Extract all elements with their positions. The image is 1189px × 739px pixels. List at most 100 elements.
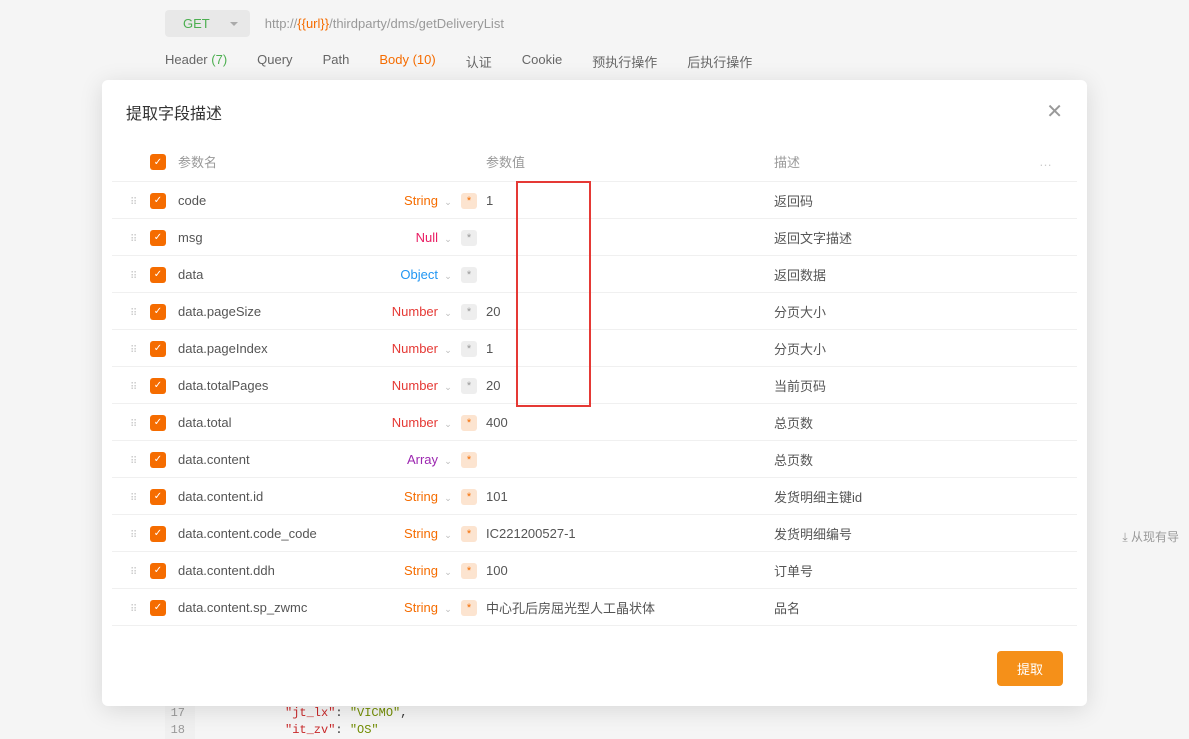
chevron-down-icon[interactable]: ⌄: [444, 197, 452, 207]
row-checkbox[interactable]: ✓: [150, 193, 166, 209]
param-type[interactable]: String: [378, 193, 438, 208]
param-desc[interactable]: 总页数: [774, 413, 1039, 432]
row-checkbox[interactable]: ✓: [150, 267, 166, 283]
required-badge[interactable]: *: [461, 378, 477, 394]
drag-handle-icon[interactable]: ⠿: [130, 567, 135, 578]
table-row: ⠿ ✓ msgNull ⌄ * 返回文字描述: [112, 218, 1077, 255]
required-badge[interactable]: *: [461, 267, 477, 283]
row-checkbox[interactable]: ✓: [150, 415, 166, 431]
param-desc[interactable]: 返回数据: [774, 265, 1039, 284]
param-name[interactable]: data: [178, 267, 378, 282]
param-desc[interactable]: 分页大小: [774, 339, 1039, 358]
param-type[interactable]: Number: [378, 341, 438, 356]
param-type[interactable]: Array: [378, 452, 438, 467]
drag-handle-icon[interactable]: ⠿: [130, 345, 135, 356]
chevron-down-icon[interactable]: ⌄: [444, 567, 452, 577]
param-type[interactable]: Object: [378, 267, 438, 282]
param-value[interactable]: 100: [480, 563, 774, 578]
required-badge[interactable]: *: [461, 600, 477, 616]
more-icon[interactable]: …: [1039, 154, 1059, 169]
param-value[interactable]: 20: [480, 304, 774, 319]
chevron-down-icon[interactable]: ⌄: [444, 493, 452, 503]
param-name[interactable]: data.pageIndex: [178, 341, 378, 356]
param-type[interactable]: String: [378, 526, 438, 541]
param-value[interactable]: 400: [480, 415, 774, 430]
param-name[interactable]: data.pageSize: [178, 304, 378, 319]
required-badge[interactable]: *: [461, 526, 477, 542]
param-desc[interactable]: 当前页码: [774, 376, 1039, 395]
extract-button[interactable]: 提取: [997, 651, 1063, 686]
param-name[interactable]: msg: [178, 230, 378, 245]
row-checkbox[interactable]: ✓: [150, 452, 166, 468]
param-value[interactable]: 1: [480, 341, 774, 356]
chevron-down-icon[interactable]: ⌄: [444, 530, 452, 540]
param-type[interactable]: String: [378, 489, 438, 504]
drag-handle-icon[interactable]: ⠿: [130, 604, 135, 615]
table-row: ⠿ ✓ codeString ⌄ *1返回码: [112, 181, 1077, 218]
row-checkbox[interactable]: ✓: [150, 341, 166, 357]
param-name[interactable]: data.totalPages: [178, 378, 378, 393]
drag-handle-icon[interactable]: ⠿: [130, 419, 135, 430]
param-value[interactable]: 101: [480, 489, 774, 504]
row-checkbox[interactable]: ✓: [150, 489, 166, 505]
drag-handle-icon[interactable]: ⠿: [130, 456, 135, 467]
param-name[interactable]: data.content.id: [178, 489, 378, 504]
param-desc[interactable]: 数量: [774, 635, 1039, 637]
param-value[interactable]: 中心孔后房屈光型人工晶状体: [480, 598, 774, 617]
select-all-checkbox[interactable]: ✓: [150, 154, 166, 170]
drag-handle-icon[interactable]: ⠿: [130, 530, 135, 541]
drag-handle-icon[interactable]: ⠿: [130, 234, 135, 245]
param-desc[interactable]: 发货明细编号: [774, 524, 1039, 543]
drag-handle-icon[interactable]: ⠿: [130, 197, 135, 208]
close-icon[interactable]: ✕: [1046, 102, 1063, 122]
required-badge[interactable]: *: [461, 230, 477, 246]
param-desc[interactable]: 品名: [774, 598, 1039, 617]
drag-handle-icon[interactable]: ⠿: [130, 382, 135, 393]
required-badge[interactable]: *: [461, 341, 477, 357]
param-name[interactable]: data.content.code_code: [178, 526, 378, 541]
required-badge[interactable]: *: [461, 489, 477, 505]
required-badge[interactable]: *: [461, 304, 477, 320]
param-desc[interactable]: 分页大小: [774, 302, 1039, 321]
param-desc[interactable]: 返回码: [774, 191, 1039, 210]
chevron-down-icon[interactable]: ⌄: [444, 308, 452, 318]
chevron-down-icon[interactable]: ⌄: [444, 419, 452, 429]
required-badge[interactable]: *: [461, 193, 477, 209]
chevron-down-icon[interactable]: ⌄: [444, 382, 452, 392]
param-type[interactable]: Number: [378, 304, 438, 319]
required-badge[interactable]: *: [461, 563, 477, 579]
param-desc[interactable]: 返回文字描述: [774, 228, 1039, 247]
row-checkbox[interactable]: ✓: [150, 600, 166, 616]
param-type[interactable]: Number: [378, 378, 438, 393]
param-name[interactable]: data.content.ddh: [178, 563, 378, 578]
param-type[interactable]: Number: [378, 415, 438, 430]
required-badge[interactable]: *: [461, 452, 477, 468]
drag-handle-icon[interactable]: ⠿: [130, 308, 135, 319]
chevron-down-icon[interactable]: ⌄: [444, 604, 452, 614]
param-value[interactable]: 20: [480, 378, 774, 393]
row-checkbox[interactable]: ✓: [150, 563, 166, 579]
row-checkbox[interactable]: ✓: [150, 230, 166, 246]
param-name[interactable]: data.content.sp_zwmc: [178, 600, 378, 615]
param-desc[interactable]: 总页数: [774, 450, 1039, 469]
param-type[interactable]: String: [378, 600, 438, 615]
drag-handle-icon[interactable]: ⠿: [130, 493, 135, 504]
row-checkbox[interactable]: ✓: [150, 378, 166, 394]
param-type[interactable]: String: [378, 563, 438, 578]
param-value[interactable]: 1: [480, 193, 774, 208]
param-name[interactable]: code: [178, 193, 378, 208]
chevron-down-icon[interactable]: ⌄: [444, 345, 452, 355]
chevron-down-icon[interactable]: ⌄: [444, 271, 452, 281]
drag-handle-icon[interactable]: ⠿: [130, 271, 135, 282]
required-badge[interactable]: *: [461, 415, 477, 431]
param-name[interactable]: data.content: [178, 452, 378, 467]
param-desc[interactable]: 发货明细主键id: [774, 487, 1039, 506]
param-desc[interactable]: 订单号: [774, 561, 1039, 580]
row-checkbox[interactable]: ✓: [150, 304, 166, 320]
chevron-down-icon[interactable]: ⌄: [444, 456, 452, 466]
param-value[interactable]: IC221200527-1: [480, 526, 774, 541]
param-type[interactable]: Null: [378, 230, 438, 245]
chevron-down-icon[interactable]: ⌄: [444, 234, 452, 244]
param-name[interactable]: data.total: [178, 415, 378, 430]
row-checkbox[interactable]: ✓: [150, 526, 166, 542]
